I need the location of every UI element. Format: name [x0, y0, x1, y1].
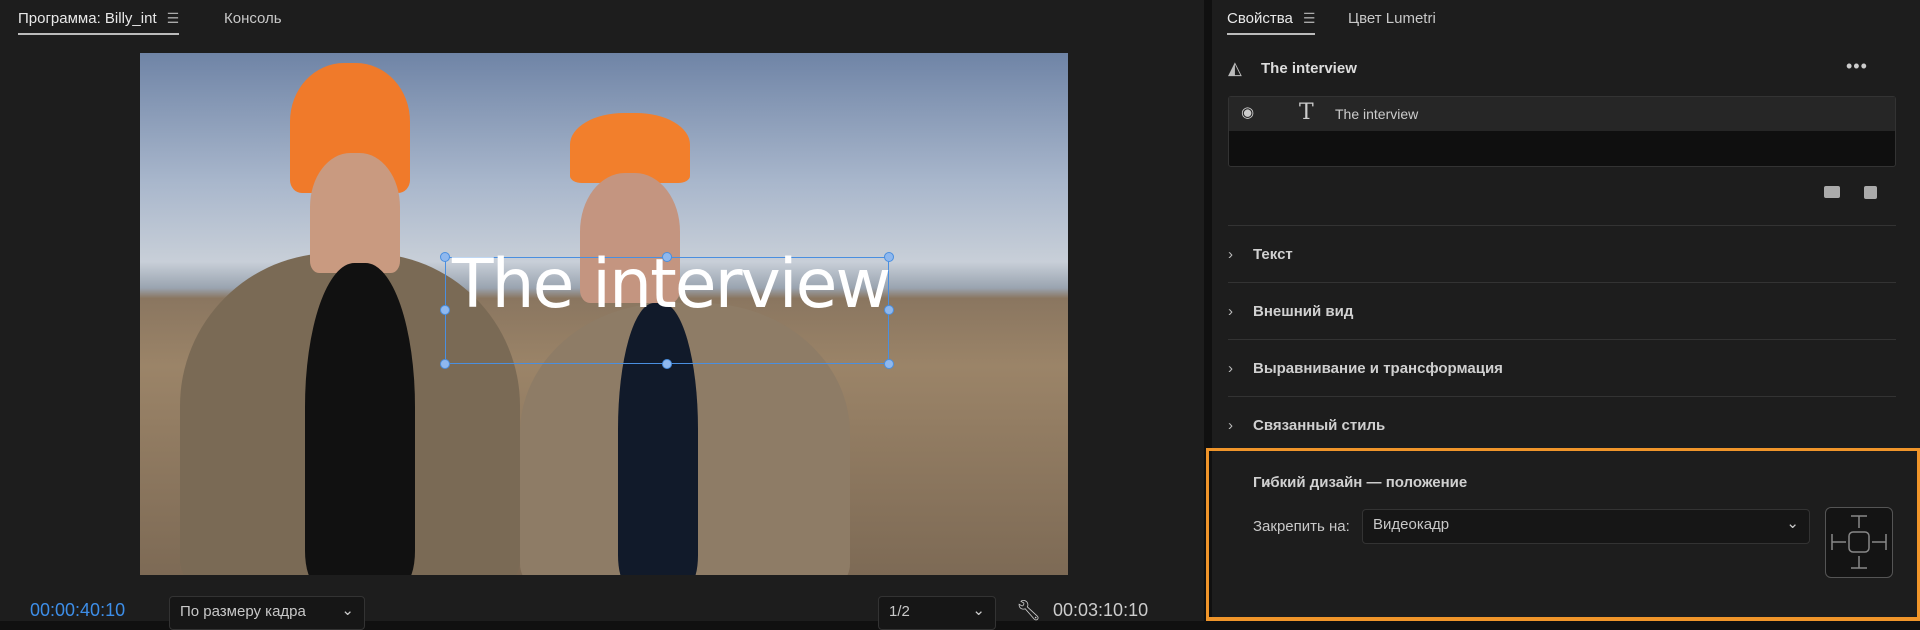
chevron-right-icon: › [1228, 360, 1233, 377]
pin-edges-icon [1831, 515, 1887, 569]
pin-to-label: Закрепить на: [1253, 518, 1350, 535]
select-value: Видеокадр [1373, 516, 1450, 533]
shirt-left [305, 263, 415, 575]
duration-timecode: 00:03:10:10 [1053, 600, 1149, 620]
chevron-down-icon: ⌄ [341, 602, 354, 619]
resize-handle[interactable] [440, 359, 450, 369]
chevron-down-icon: ⌄ [1786, 515, 1799, 532]
wrench-icon[interactable]: 🔧︎ [1016, 598, 1041, 623]
pin-to-select[interactable]: Видеокадр ⌄ [1362, 509, 1810, 544]
select-value: По размеру кадра [180, 603, 306, 620]
new-layer-icon[interactable] [1864, 186, 1877, 199]
chevron-right-icon: › [1228, 417, 1233, 434]
layer-row[interactable]: ◉ T The interview [1229, 97, 1895, 131]
pin-edges-control[interactable] [1825, 507, 1893, 578]
section-align-transform[interactable]: › Выравнивание и трансформация [1228, 339, 1896, 396]
layer-name: The interview [1335, 106, 1419, 122]
section-appearance[interactable]: › Внешний вид [1228, 282, 1896, 339]
text-layer-icon: T [1299, 100, 1314, 125]
properties-title: The interview [1261, 60, 1357, 77]
more-options-icon[interactable]: ••• [1846, 56, 1868, 77]
tab-console[interactable]: Консоль [224, 10, 282, 33]
tab-program[interactable]: Программа: Billy_int ☰ [18, 10, 180, 35]
program-monitor-panel: Программа: Billy_int ☰ Консоль The interv… [0, 0, 1204, 630]
current-timecode[interactable]: 00:00:40:10 [30, 600, 125, 621]
chevron-right-icon: › [1228, 303, 1233, 320]
section-text[interactable]: › Текст [1228, 225, 1896, 282]
chevron-right-icon: › [1228, 246, 1233, 263]
resize-handle[interactable] [440, 305, 450, 315]
chevron-down-icon: ⌄ [972, 602, 985, 619]
section-linked-style[interactable]: › Связанный стиль [1228, 396, 1896, 453]
resize-handle[interactable] [440, 252, 450, 262]
resize-handle[interactable] [662, 359, 672, 369]
section-label: Гибкий дизайн — положение [1253, 474, 1468, 491]
new-group-folder-icon[interactable] [1824, 186, 1840, 198]
responsive-design-heading[interactable]: Гибкий дизайн — положение [1253, 474, 1467, 491]
resolution-select[interactable]: 1/2 ⌄ [878, 596, 996, 630]
tab-properties[interactable]: Свойства ☰ [1227, 10, 1316, 35]
tab-lumetri-color[interactable]: Цвет Lumetri [1348, 10, 1436, 33]
title-overlay-text[interactable]: The interview [452, 245, 891, 324]
face-left [310, 153, 400, 273]
graphic-icon: ◭ [1228, 58, 1242, 78]
section-label: Связанный стиль [1253, 417, 1386, 434]
section-label: Выравнивание и трансформация [1253, 360, 1503, 377]
section-label: Текст [1253, 246, 1293, 263]
panel-menu-icon[interactable]: ☰ [167, 10, 180, 27]
eye-icon[interactable]: ◉ [1241, 103, 1254, 121]
select-value: 1/2 [889, 603, 910, 620]
layers-list: ◉ T The interview [1228, 96, 1896, 167]
tab-label: Свойства [1227, 10, 1293, 27]
tab-label: Программа: Billy_int [18, 10, 157, 27]
panel-menu-icon[interactable]: ☰ [1303, 10, 1316, 27]
zoom-level-select[interactable]: По размеру кадра ⌄ [169, 596, 365, 630]
resize-handle[interactable] [884, 359, 894, 369]
section-label: Внешний вид [1253, 303, 1354, 320]
